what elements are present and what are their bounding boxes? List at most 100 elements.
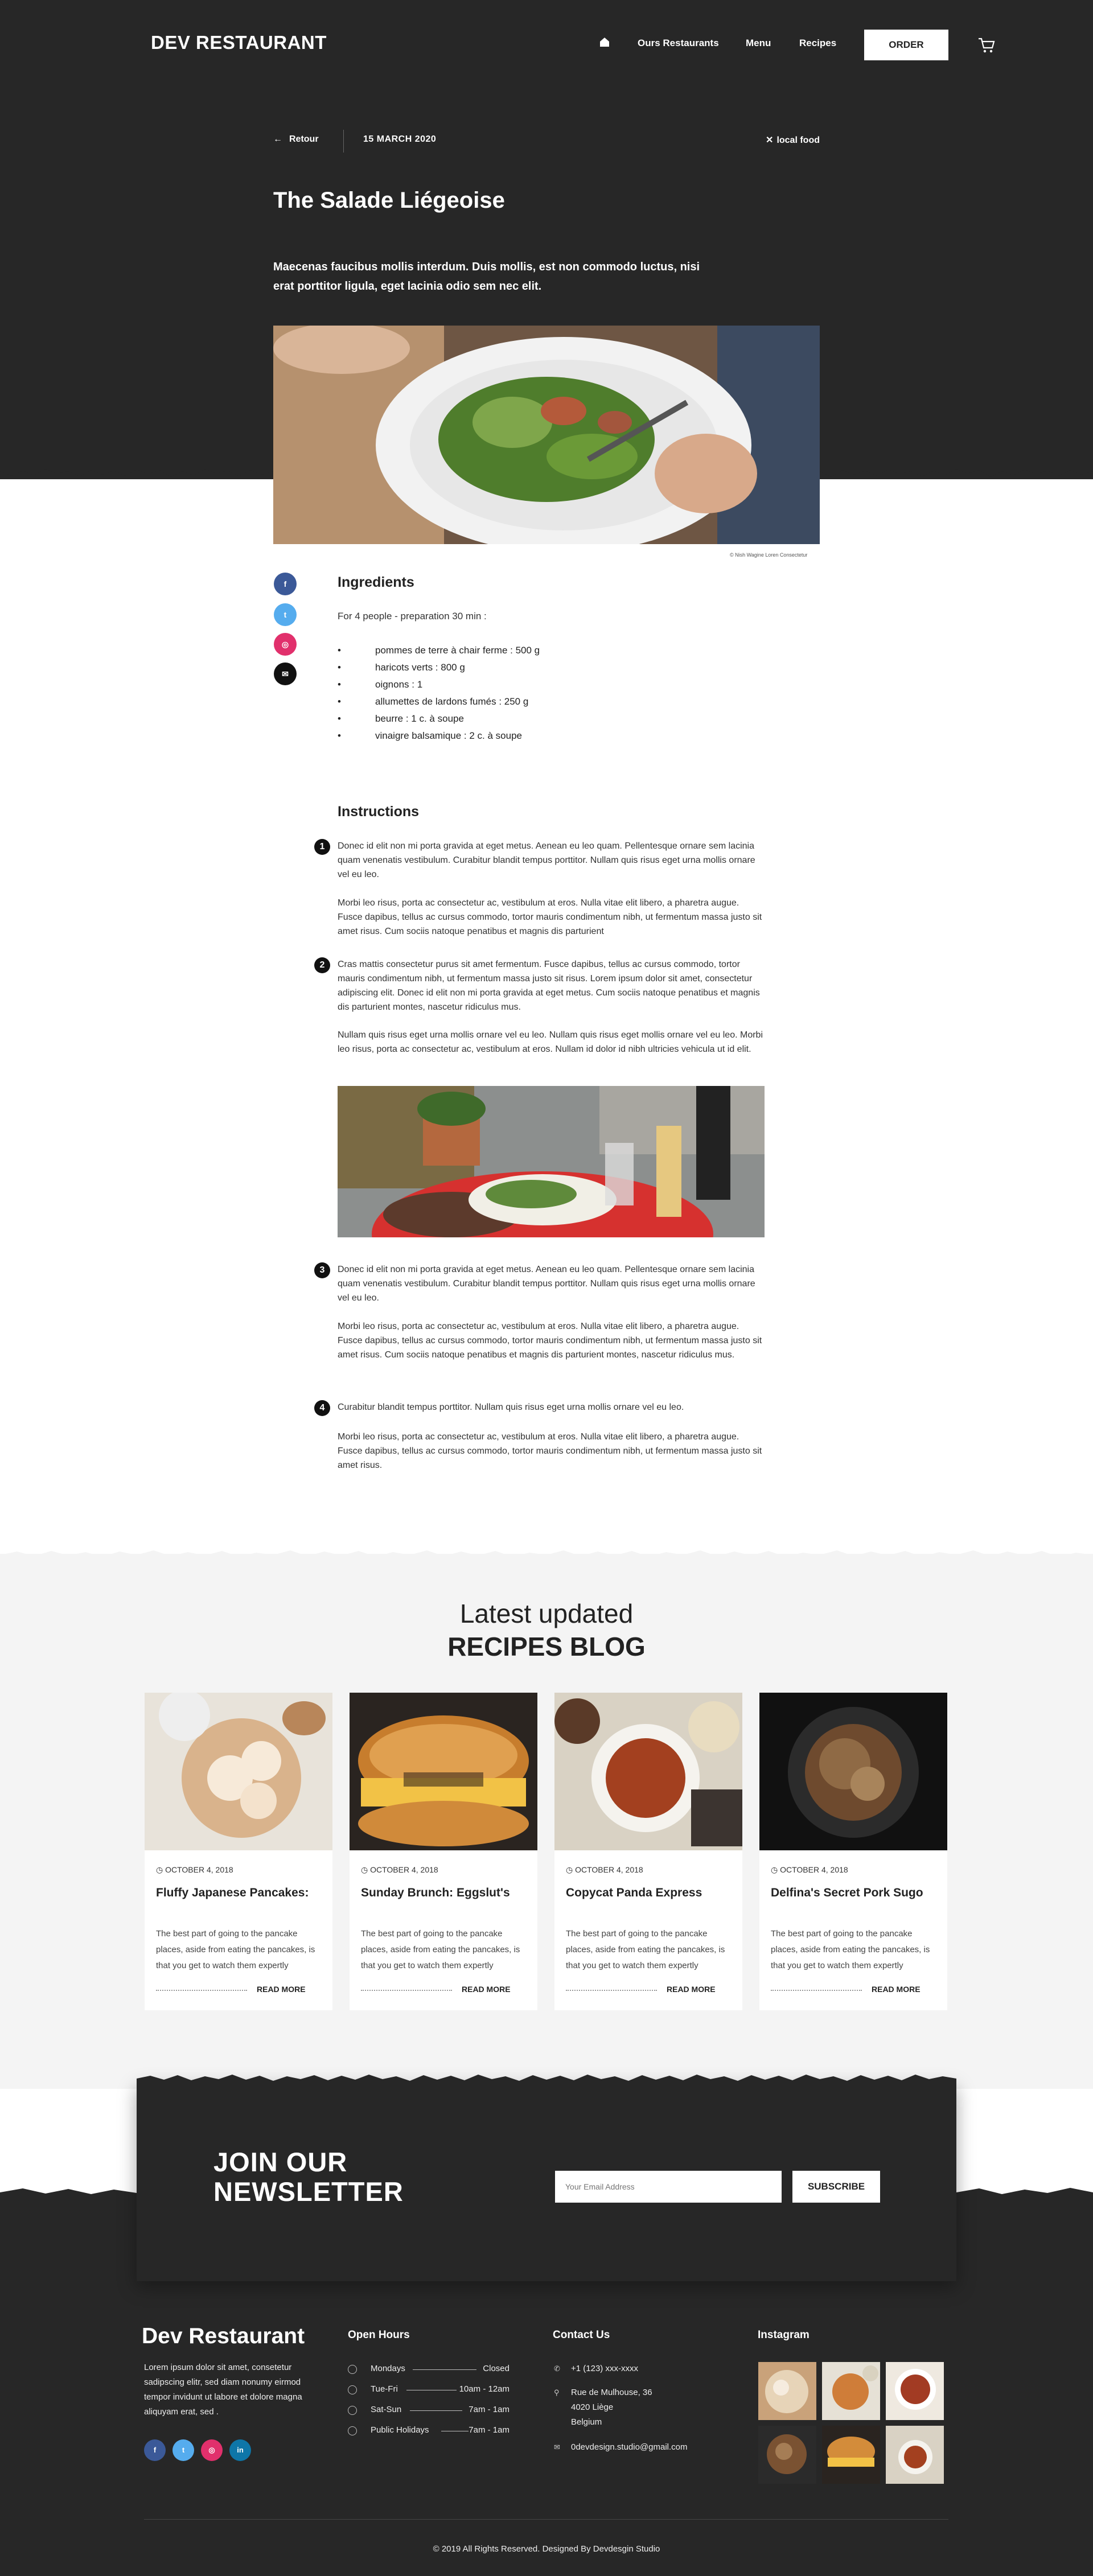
address-text: Rue de Mulhouse, 36 4020 Liège Belgium <box>571 2385 742 2430</box>
date-label: OCTOBER 4, 2018 <box>370 1865 438 1874</box>
copyright: © 2019 All Rights Reserved. Designed By … <box>433 2544 660 2554</box>
blog-card[interactable]: ◷ OCTOBER 4, 2018 Copycat Panda Express … <box>554 1693 742 2010</box>
card-title[interactable]: Fluffy Japanese Pancakes: <box>156 1886 309 1900</box>
contact-heading: Contact Us <box>553 2329 610 2341</box>
divider <box>343 130 344 153</box>
list-item: pommes de terre à chair ferme : 500 g <box>338 642 736 659</box>
hours-time: Closed <box>483 2364 509 2373</box>
instagram-heading: Instagram <box>758 2329 810 2341</box>
nav-ours-restaurants[interactable]: Ours Restaurants <box>638 38 719 49</box>
card-title[interactable]: Copycat Panda Express <box>566 1886 702 1900</box>
step-paragraph: Morbi leo risus, porta ac consectetur ac… <box>338 1432 762 1470</box>
site-header: DEV RESTAURANT Ours Restaurants Menu Rec… <box>0 0 1093 91</box>
torn-edge <box>0 1550 1093 1561</box>
card-excerpt: The best part of going to the pancake pl… <box>361 1929 520 1970</box>
hours-time: 10am - 12am <box>459 2384 509 2394</box>
home-icon[interactable] <box>599 36 610 48</box>
card-excerpt: The best part of going to the pancake pl… <box>771 1929 930 1970</box>
linkedin-icon[interactable]: in <box>229 2439 251 2461</box>
step-number: 3 <box>314 1262 330 1278</box>
subscribe-button[interactable]: SUBSCRIBE <box>792 2171 880 2203</box>
step-paragraph: Curabitur blandit tempus porttitor. Null… <box>338 1402 684 1412</box>
instagram-thumbnail[interactable] <box>822 2426 880 2484</box>
photo-credit: © Nish Wagine Loren Consectetur <box>730 552 808 558</box>
instagram-thumbnail[interactable] <box>886 2362 944 2420</box>
clock-icon: ◷ <box>566 1865 576 1874</box>
blog-card[interactable]: ◷ OCTOBER 4, 2018 Sunday Brunch: Eggslut… <box>350 1693 537 2010</box>
article-tag[interactable]: ✕ local food <box>766 134 820 146</box>
back-link[interactable]: ← Retour <box>273 134 319 145</box>
clock-icon: ◷ <box>771 1865 780 1874</box>
address-line: 4020 Liège <box>571 2402 614 2412</box>
blog-card[interactable]: ◷ OCTOBER 4, 2018 Fluffy Japanese Pancak… <box>145 1693 332 2010</box>
map-pin-icon: ⚲ <box>554 2388 560 2397</box>
card-date: ◷ OCTOBER 4, 2018 <box>156 1865 233 1875</box>
ingredients-intro: For 4 people - preparation 30 min : <box>338 611 487 622</box>
clock-icon <box>348 2406 357 2415</box>
card-excerpt: The best part of going to the pancake pl… <box>156 1929 315 1970</box>
dotted-rule <box>361 1990 452 1991</box>
blog-card[interactable]: ◷ OCTOBER 4, 2018 Delfina's Secret Pork … <box>759 1693 947 2010</box>
date-label: OCTOBER 4, 2018 <box>575 1865 643 1874</box>
phone-text: +1 (123) xxx-xxxx <box>571 2364 638 2373</box>
hours-day: Sat-Sun <box>371 2405 402 2414</box>
burger-photo <box>350 1693 537 1850</box>
hours-line <box>413 2369 476 2370</box>
email-field[interactable] <box>555 2171 782 2203</box>
hours-line <box>410 2410 462 2411</box>
cart-icon[interactable] <box>977 35 996 55</box>
clock-icon: ◷ <box>361 1865 371 1874</box>
step-paragraph: Morbi leo risus, porta ac consectetur ac… <box>338 898 762 936</box>
facebook-share-icon[interactable]: f <box>274 573 297 595</box>
twitter-icon[interactable]: t <box>172 2439 194 2461</box>
hours-day: Public Holidays <box>371 2425 429 2435</box>
read-more-link[interactable]: READ MORE <box>872 1985 921 1994</box>
newsletter-title-line1: JOIN OUR <box>213 2147 348 2177</box>
step-paragraph: Cras mattis consectetur purus sit amet f… <box>338 960 760 1012</box>
card-date: ◷ OCTOBER 4, 2018 <box>771 1865 848 1875</box>
card-title[interactable]: Sunday Brunch: Eggslut's <box>361 1886 510 1900</box>
instagram-share-icon[interactable]: ◎ <box>274 633 297 656</box>
tacos-photo <box>338 1086 765 1237</box>
footer-logo[interactable]: Dev Restaurant <box>142 2324 305 2349</box>
card-date: ◷ OCTOBER 4, 2018 <box>361 1865 438 1875</box>
order-button[interactable]: ORDER <box>864 30 948 60</box>
dotted-rule <box>771 1990 862 1991</box>
instagram-thumbnail[interactable] <box>886 2426 944 2484</box>
nav-menu[interactable]: Menu <box>746 38 771 49</box>
newsletter-box: JOIN OURNEWSLETTER SUBSCRIBE <box>137 2075 956 2281</box>
nav-recipes[interactable]: Recipes <box>799 38 836 49</box>
tag-label: local food <box>776 135 820 145</box>
instagram-thumbnail[interactable] <box>758 2362 816 2420</box>
site-logo[interactable]: DEV RESTAURANT <box>151 32 327 54</box>
hours-row: Sat-Sun 7am - 1am <box>348 2405 509 2418</box>
card-title[interactable]: Delfina's Secret Pork Sugo <box>771 1886 923 1900</box>
step-number: 2 <box>314 957 330 973</box>
read-more-link[interactable]: READ MORE <box>667 1985 716 1994</box>
date-label: OCTOBER 4, 2018 <box>780 1865 848 1874</box>
email-share-icon[interactable]: ✉ <box>274 662 297 685</box>
blog-title-line2: RECIPES BLOG <box>447 1632 646 1661</box>
ingredients-heading: Ingredients <box>338 574 414 590</box>
instagram-thumbnail[interactable] <box>822 2362 880 2420</box>
hours-row: Public Holidays 7am - 1am <box>348 2425 509 2439</box>
address-line: Belgium <box>571 2417 602 2427</box>
read-more-link[interactable]: READ MORE <box>257 1985 306 1994</box>
footer-divider <box>144 2519 948 2520</box>
step-paragraph: Nullam quis risus eget urna mollis ornar… <box>338 1030 763 1054</box>
article-date: 15 MARCH 2020 <box>363 134 437 144</box>
utensils-icon: ✕ <box>766 135 774 145</box>
card-date: ◷ OCTOBER 4, 2018 <box>566 1865 643 1875</box>
instagram-thumbnail[interactable] <box>758 2426 816 2484</box>
clock-icon <box>348 2426 357 2435</box>
salad-photo <box>273 326 820 544</box>
instructions-heading: Instructions <box>338 804 420 820</box>
back-label: Retour <box>289 134 319 144</box>
hours-time: 7am - 1am <box>469 2425 509 2435</box>
twitter-share-icon[interactable]: t <box>274 603 297 626</box>
instagram-icon[interactable]: ◎ <box>201 2439 223 2461</box>
date-label: OCTOBER 4, 2018 <box>165 1865 233 1874</box>
facebook-icon[interactable]: f <box>144 2439 166 2461</box>
read-more-link[interactable]: READ MORE <box>462 1985 511 1994</box>
arrow-left-icon: ← <box>273 134 282 144</box>
